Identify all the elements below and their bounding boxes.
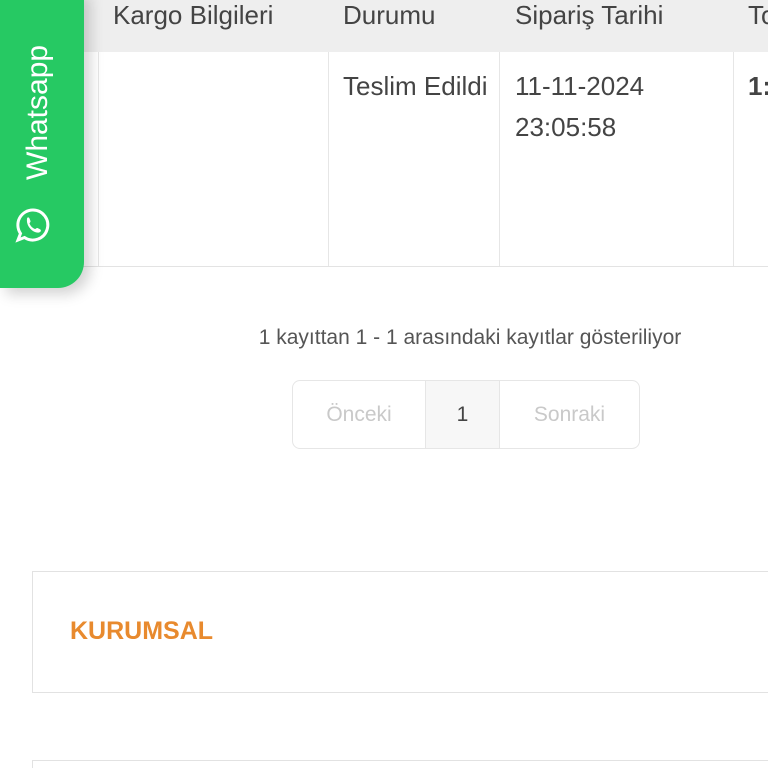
column-divider bbox=[733, 52, 734, 266]
column-divider bbox=[499, 52, 500, 266]
whatsapp-label: Whatsapp bbox=[21, 44, 54, 180]
whatsapp-button[interactable]: Whatsapp bbox=[0, 0, 84, 288]
next-page-button[interactable]: Sonraki bbox=[500, 381, 639, 448]
column-divider bbox=[98, 52, 99, 266]
page: Kargo Bilgileri Durumu Sipariş Tarihi To… bbox=[0, 0, 768, 768]
previous-page-button[interactable]: Önceki bbox=[293, 381, 426, 448]
whatsapp-icon bbox=[15, 208, 50, 243]
footer-section-kurumsal[interactable]: KURUMSAL bbox=[32, 571, 768, 693]
cell-toplam: 1: bbox=[748, 71, 768, 101]
records-info: 1 kayıttan 1 - 1 arasındaki kayıtlar gös… bbox=[258, 326, 682, 349]
header-siparis-tarihi: Sipariş Tarihi bbox=[515, 0, 664, 30]
footer-section bbox=[32, 760, 768, 768]
page-1-button[interactable]: 1 bbox=[426, 381, 500, 448]
cell-durum: Teslim Edildi bbox=[343, 71, 488, 101]
column-divider bbox=[328, 52, 329, 266]
pagination: Önceki 1 Sonraki bbox=[292, 380, 640, 449]
header-toplam: To bbox=[748, 0, 768, 30]
cell-siparis-tarihi: 11-11-2024 23:05:58 bbox=[515, 71, 645, 142]
header-kargo-bilgileri: Kargo Bilgileri bbox=[113, 0, 274, 30]
header-durumu: Durumu bbox=[343, 0, 436, 30]
table-header: Kargo Bilgileri Durumu Sipariş Tarihi To bbox=[0, 0, 768, 52]
section-title: KURUMSAL bbox=[70, 617, 214, 645]
